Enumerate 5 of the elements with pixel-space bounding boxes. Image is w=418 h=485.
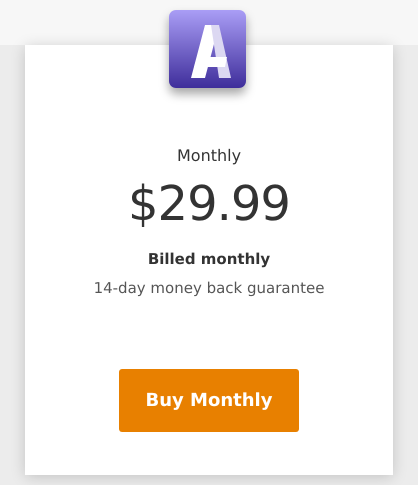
guarantee-text: 14-day money back guarantee [92,278,326,298]
buy-button[interactable]: Buy Monthly [119,369,299,432]
plan-price: $29.99 [127,180,291,228]
billing-text: Billed monthly [146,249,272,270]
plan-name: Monthly [176,145,242,167]
